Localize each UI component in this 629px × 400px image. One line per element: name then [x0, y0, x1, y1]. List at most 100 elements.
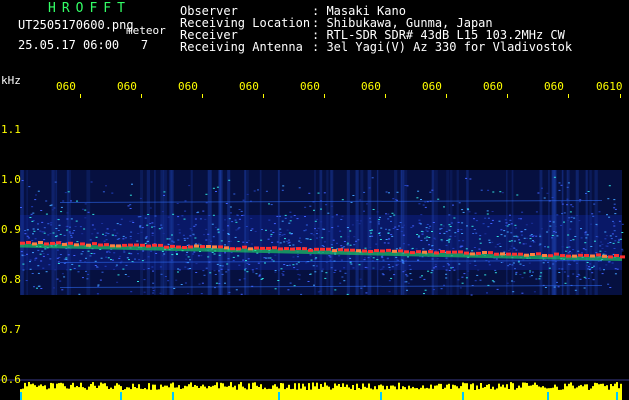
noise-speck: [110, 259, 112, 261]
noise-speck: [131, 183, 133, 185]
noise-speck: [461, 276, 464, 278]
noise-speck: [619, 238, 622, 240]
signal-level-bar: [302, 383, 304, 400]
noise-speck: [329, 259, 332, 261]
noise-speck: [449, 226, 452, 227]
noise-speck: [37, 190, 40, 192]
noise-speck: [596, 236, 599, 238]
signal-level-bar: [324, 382, 326, 400]
noise-speck: [120, 260, 123, 262]
noise-speck: [124, 237, 127, 239]
noise-speck: [539, 243, 542, 245]
noise-speck: [364, 266, 367, 268]
signal-level-bar: [252, 382, 254, 400]
noise-speck: [283, 241, 286, 243]
noise-speck: [129, 235, 132, 237]
noise-speck: [402, 234, 405, 236]
noise-speck: [163, 253, 166, 255]
noise-speck: [193, 234, 195, 236]
noise-speck: [194, 224, 197, 226]
carrier-segment: [500, 252, 505, 256]
signal-level-bar: [346, 384, 348, 400]
noise-speck: [376, 259, 379, 261]
noise-speck: [557, 286, 560, 288]
noise-speck: [607, 198, 610, 200]
noise-speck: [404, 185, 407, 186]
noise-speck: [251, 228, 254, 230]
noise-speck: [560, 184, 563, 186]
noise-speck: [470, 294, 473, 296]
noise-speck: [146, 224, 149, 226]
noise-speck: [289, 211, 292, 213]
noise-speck: [267, 257, 270, 259]
noise-speck: [102, 191, 105, 193]
signal-level-bar: [296, 389, 298, 400]
noise-speck: [457, 230, 460, 232]
noise-speck: [309, 238, 312, 240]
signal-level-bar: [366, 387, 368, 400]
noise-speck: [189, 228, 192, 230]
noise-speck: [396, 229, 399, 230]
noise-speck: [602, 253, 605, 255]
noise-speck: [63, 234, 66, 236]
noise-speck: [270, 204, 273, 206]
carrier-segment: [26, 241, 31, 244]
signal-level-bar: [64, 386, 66, 400]
signal-level-bar: [510, 382, 512, 400]
noise-speck: [387, 238, 390, 240]
signal-level-bar: [596, 383, 598, 400]
carrier-segment: [506, 252, 511, 256]
noise-speck: [578, 274, 581, 276]
carrier-segment: [236, 247, 241, 251]
carrier-segment: [584, 254, 589, 257]
signal-level-bar: [590, 388, 592, 400]
noise-speck: [567, 252, 570, 254]
noise-speck: [341, 276, 344, 278]
noise-speck: [137, 233, 140, 234]
noise-speck: [467, 209, 470, 211]
noise-speck: [100, 257, 103, 259]
signal-level-bar: [72, 382, 74, 400]
noise-speck: [189, 235, 192, 237]
noise-speck: [513, 281, 516, 283]
signal-level-bar: [562, 389, 564, 400]
noise-speck: [431, 189, 434, 191]
noise-speck: [73, 268, 76, 269]
signal-level-bar: [38, 385, 40, 400]
noise-speck: [352, 195, 355, 196]
noise-speck: [207, 256, 210, 258]
noise-speck: [115, 266, 118, 267]
carrier-segment: [68, 241, 73, 245]
signal-level-bar: [530, 385, 532, 400]
signal-level-bar: [618, 388, 620, 400]
noise-speck: [227, 233, 230, 234]
signal-level-bar: [102, 383, 104, 400]
carrier-segment: [32, 242, 37, 246]
noise-speck: [278, 269, 280, 271]
noise-speck: [465, 177, 468, 179]
carrier-segment: [488, 251, 493, 255]
noise-speck: [598, 267, 601, 269]
noise-speck: [276, 241, 279, 243]
noise-speck: [529, 276, 532, 278]
noise-speck: [162, 233, 165, 235]
noise-speck: [212, 187, 215, 189]
noise-speck: [297, 273, 300, 275]
carrier-segment: [380, 249, 385, 253]
noise-speck: [224, 252, 227, 254]
noise-speck: [89, 239, 92, 241]
noise-speck: [461, 209, 464, 211]
signal-level-bar: [210, 386, 212, 400]
noise-speck: [595, 252, 598, 254]
signal-level-bar: [580, 384, 582, 400]
noise-speck: [593, 203, 596, 205]
minute-marker: [20, 392, 22, 400]
noise-speck: [344, 272, 347, 274]
noise-speck: [123, 251, 126, 253]
noise-speck: [349, 257, 352, 259]
noise-speck: [327, 212, 330, 214]
noise-speck: [104, 265, 107, 267]
signal-level-bar: [600, 383, 602, 400]
carrier-segment: [86, 243, 91, 247]
noise-speck: [322, 246, 325, 247]
